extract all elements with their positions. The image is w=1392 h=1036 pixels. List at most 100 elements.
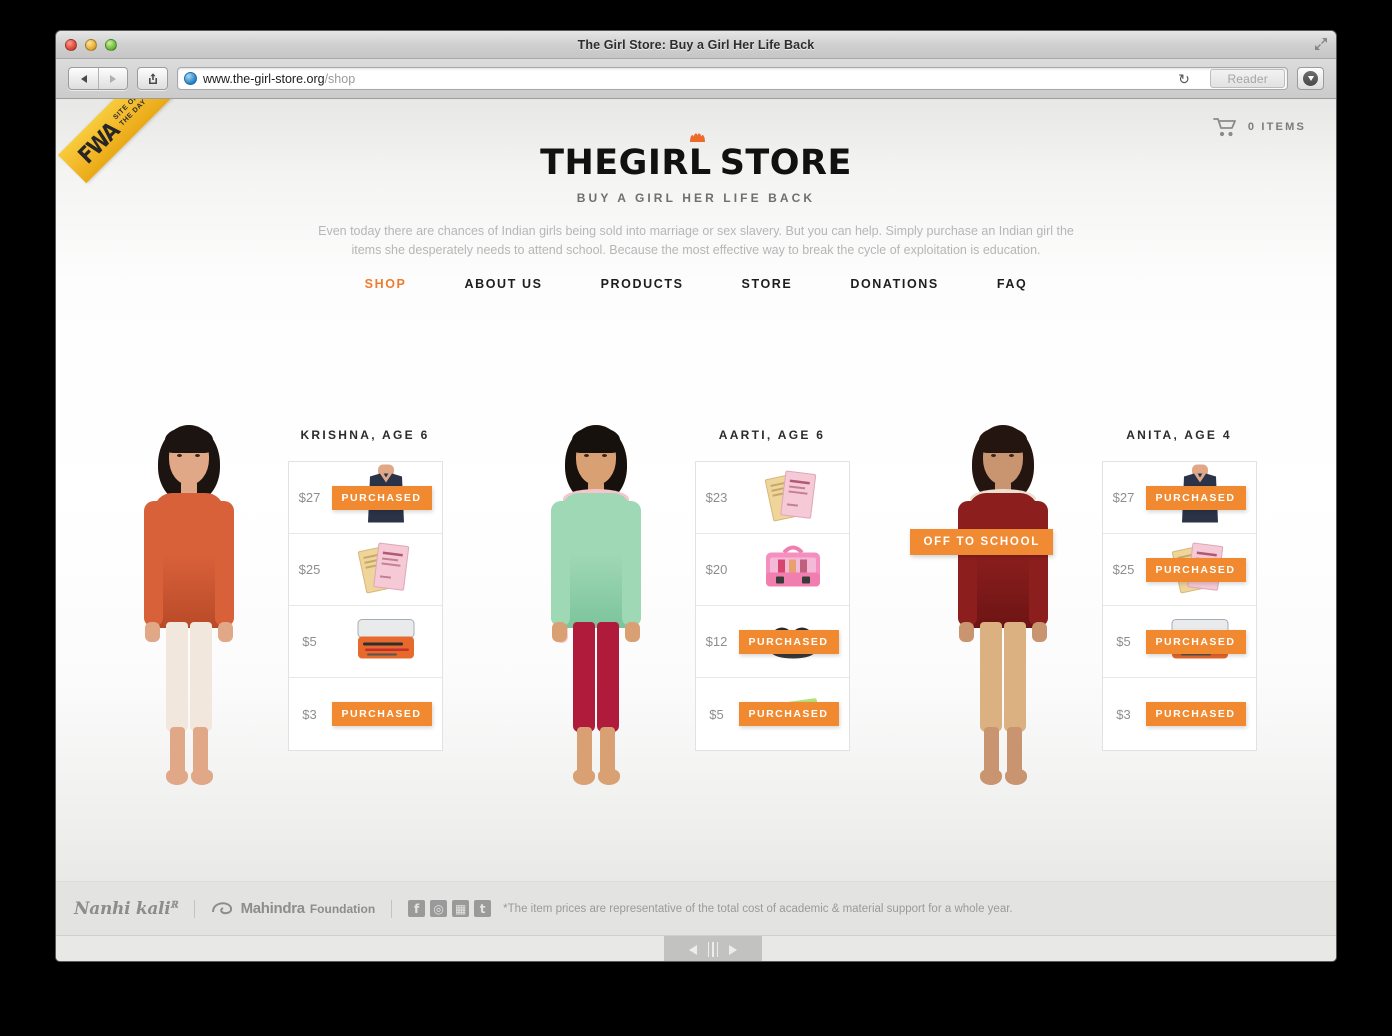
items-card: KRISHNA, AGE 6 $27 PURCHASED $25 $5 $3 P… <box>287 428 443 751</box>
item-price: $23 <box>705 490 728 505</box>
item-row[interactable]: $12 PURCHASED <box>695 606 849 678</box>
textbooks-thumbnail[interactable] <box>763 466 823 529</box>
item-row[interactable]: $3 PURCHASED <box>289 678 442 750</box>
nav-item-faq[interactable]: FAQ <box>968 277 1057 291</box>
right-hand <box>217 622 233 642</box>
girls-list: KRISHNA, AGE 6 $27 PURCHASED $25 $5 $3 P… <box>56 417 1336 817</box>
site-logo[interactable]: THEGIRL STORE <box>56 145 1336 182</box>
scroll-right-icon[interactable] <box>729 944 738 955</box>
item-row[interactable]: $5 PURCHASED <box>696 678 849 750</box>
nav-item-store[interactable]: STORE <box>713 277 822 291</box>
kurta-top <box>153 493 224 628</box>
item-price: $12 <box>705 634 728 649</box>
girl-name-age: KRISHNA, AGE 6 <box>300 428 430 442</box>
left-hand <box>551 622 567 642</box>
cart-widget[interactable]: 0 ITEMS <box>1212 117 1306 137</box>
crown-icon <box>689 133 705 142</box>
item-row[interactable]: $27 PURCHASED <box>288 462 442 534</box>
items-card: ANITA, AGE 4 $27 PURCHASED $25 PURCHASED… <box>1101 428 1257 751</box>
mahindra-mark-icon <box>211 902 232 915</box>
scrollbar-thumb[interactable] <box>664 936 762 961</box>
mahindra-foundation-word: Foundation <box>309 901 376 916</box>
girl-card: OFF TO SCHOOL ANITA, AGE 4 $27 PURCHASED $2… <box>900 417 1307 817</box>
address-bar[interactable]: www.the-girl-store.org/shop ↻ Reader <box>177 67 1288 90</box>
item-price: $25 <box>298 562 321 577</box>
share-icon <box>148 72 157 84</box>
reader-button[interactable]: Reader <box>1210 69 1285 88</box>
girl-photo[interactable] <box>922 417 1082 817</box>
downloads-button[interactable] <box>1297 67 1324 90</box>
nav-item-about-us[interactable]: ABOUT US <box>435 277 571 291</box>
left-shin <box>983 727 999 775</box>
right-sleeve <box>621 501 641 626</box>
hair-fringe <box>164 427 213 453</box>
item-row[interactable]: $5 PURCHASED <box>1102 606 1256 678</box>
nanhi-kali-logo[interactable]: Nanhi kaliℝ <box>74 899 178 919</box>
fullscreen-icon[interactable] <box>1314 37 1328 51</box>
left-eye <box>176 454 182 457</box>
item-row[interactable]: $3 PURCHASED <box>1103 678 1256 750</box>
school-bag-thumbnail[interactable] <box>762 542 824 597</box>
girl-name-age: AARTI, AGE 6 <box>718 428 826 442</box>
horizontal-scrollbar[interactable] <box>56 935 1336 961</box>
drag-grip-icon <box>707 942 719 957</box>
right-foot <box>597 769 620 785</box>
social-links: f ◎ ▦ t <box>408 900 492 917</box>
hair-fringe <box>978 427 1027 453</box>
nav-item-shop[interactable]: SHOP <box>336 277 436 291</box>
stumbleupon-icon[interactable]: ◎ <box>430 900 448 917</box>
item-row[interactable]: $20 <box>695 534 849 606</box>
left-sleeve <box>957 501 977 626</box>
right-legging <box>596 622 619 732</box>
main-navigation: SHOP ABOUT US PRODUCTS STORE DONATIONS FAQ <box>56 277 1336 291</box>
item-row[interactable]: $25 <box>288 534 442 606</box>
left-legging <box>979 622 1002 732</box>
right-foot <box>1004 769 1027 785</box>
item-row[interactable]: $5 <box>288 606 442 678</box>
site-description: Even today there are chances of Indian g… <box>318 223 1074 258</box>
item-row[interactable]: $27 PURCHASED <box>1102 462 1256 534</box>
purchased-badge: PURCHASED <box>1145 485 1246 510</box>
right-legging <box>189 622 212 732</box>
nav-item-products[interactable]: PRODUCTS <box>572 277 713 291</box>
textbooks-thumbnail[interactable] <box>356 538 416 601</box>
item-row[interactable]: $25 PURCHASED <box>1102 534 1256 606</box>
fwa-award-ribbon[interactable]: FWA SITE OF THE DAY <box>56 99 174 217</box>
right-hand <box>1031 622 1047 642</box>
purchased-badge: PURCHASED <box>738 702 839 726</box>
share-button[interactable] <box>137 67 168 90</box>
nav-item-donations[interactable]: DONATIONS <box>821 277 967 291</box>
purchased-badge: PURCHASED <box>331 485 432 510</box>
forward-arrow-icon <box>110 74 116 83</box>
hair-fringe <box>571 427 620 453</box>
site-header: THEGIRL STORE BUY A GIRL HER LIFE BACK Ev… <box>56 99 1336 291</box>
girl-photo-wrap <box>515 417 675 817</box>
left-sleeve <box>550 501 570 626</box>
title-bar: The Girl Store: Buy a Girl Her Life Back <box>56 31 1336 59</box>
kurta-top <box>967 493 1038 628</box>
price-disclaimer: *The item prices are representative of t… <box>503 902 1013 915</box>
item-price: $5 <box>709 706 724 722</box>
reload-icon[interactable]: ↻ <box>1175 70 1193 88</box>
scroll-left-icon[interactable] <box>688 944 697 955</box>
back-button[interactable] <box>69 68 98 89</box>
right-legging <box>1003 622 1026 732</box>
kurta-top <box>560 493 631 628</box>
purchased-badge: PURCHASED <box>1145 702 1246 726</box>
item-price: $25 <box>1112 562 1135 577</box>
item-price: $5 <box>1116 634 1131 649</box>
item-row[interactable]: $23 <box>695 462 849 534</box>
right-hand <box>624 622 640 642</box>
twitter-icon[interactable]: t <box>474 900 492 917</box>
forward-button[interactable] <box>98 68 127 89</box>
facebook-icon[interactable]: f <box>408 900 426 917</box>
girl-photo[interactable] <box>515 417 675 817</box>
qr-code-icon[interactable]: ▦ <box>452 900 470 917</box>
mahindra-foundation-logo[interactable]: Mahindra Foundation <box>211 900 376 917</box>
right-eye <box>194 454 200 457</box>
right-shin <box>192 727 208 775</box>
purchased-badge: PURCHASED <box>1145 629 1246 654</box>
pencil-box-thumbnail[interactable] <box>355 617 417 666</box>
cart-count-label: 0 ITEMS <box>1247 121 1306 133</box>
girl-photo[interactable] <box>108 417 268 817</box>
